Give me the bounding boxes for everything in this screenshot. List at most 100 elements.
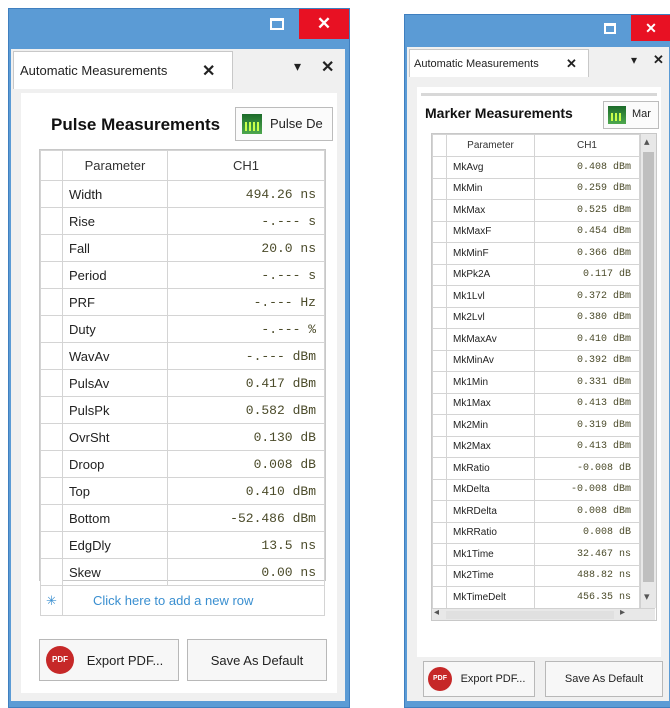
parameter-cell[interactable]: Mk2Time: [446, 564, 535, 587]
parameter-cell[interactable]: Mk2Min: [446, 414, 535, 437]
parameter-cell[interactable]: MkMinF: [446, 242, 535, 265]
parameter-cell[interactable]: PulsPk: [62, 396, 168, 424]
row-selector[interactable]: [432, 564, 447, 587]
parameter-cell[interactable]: MkRDelta: [446, 500, 535, 523]
table-row[interactable]: MkMinAv 0.392 dBm: [432, 349, 640, 372]
parameter-cell[interactable]: Duty: [62, 315, 168, 343]
parameter-cell[interactable]: Mk1Max: [446, 392, 535, 415]
row-selector[interactable]: [40, 261, 63, 289]
right-window-close-button[interactable]: ✕: [631, 15, 670, 41]
table-row[interactable]: MkAvg 0.408 dBm: [432, 156, 640, 179]
parameter-cell[interactable]: MkMinAv: [446, 349, 535, 372]
export-pdf-button[interactable]: PDF Export PDF...: [39, 639, 179, 681]
parameter-cell[interactable]: WavAv: [62, 342, 168, 370]
row-selector[interactable]: [432, 328, 447, 351]
export-pdf-button[interactable]: PDF Export PDF...: [423, 661, 535, 697]
parameter-cell[interactable]: Rise: [62, 207, 168, 235]
row-selector[interactable]: [432, 478, 447, 501]
row-selector[interactable]: [432, 392, 447, 415]
table-row[interactable]: Period -.--- s: [40, 261, 325, 289]
right-maximize-button[interactable]: [593, 15, 627, 41]
table-row[interactable]: Mk2Lvl 0.380 dBm: [432, 306, 640, 329]
parameter-cell[interactable]: Period: [62, 261, 168, 289]
scroll-down-arrow-icon[interactable]: ▾: [644, 590, 650, 603]
parameter-cell[interactable]: MkAvg: [446, 156, 535, 179]
add-row[interactable]: ✳ Click here to add a new row: [40, 585, 325, 616]
table-row[interactable]: Mk1Lvl 0.372 dBm: [432, 285, 640, 308]
scroll-left-arrow-icon[interactable]: ◂: [434, 607, 439, 618]
table-row[interactable]: MkRRatio 0.008 dB: [432, 521, 640, 544]
row-selector[interactable]: [40, 180, 63, 208]
parameter-cell[interactable]: MkTimeDelt: [446, 586, 535, 608]
table-row[interactable]: MkTimeDelt 456.35 ns: [432, 586, 640, 608]
row-selector[interactable]: [432, 457, 447, 480]
table-row[interactable]: Mk1Max 0.413 dBm: [432, 392, 640, 415]
table-row[interactable]: MkMin 0.259 dBm: [432, 177, 640, 200]
row-selector[interactable]: [40, 342, 63, 370]
parameter-cell[interactable]: Mk2Max: [446, 435, 535, 458]
left-maximize-button[interactable]: [257, 9, 297, 39]
row-selector[interactable]: [432, 414, 447, 437]
row-selector[interactable]: [432, 371, 447, 394]
row-selector[interactable]: [40, 504, 63, 532]
marker-mode-button[interactable]: Mar: [603, 101, 659, 129]
parameter-cell[interactable]: MkRatio: [446, 457, 535, 480]
table-row[interactable]: Bottom -52.486 dBm: [40, 504, 325, 532]
row-selector[interactable]: [40, 207, 63, 235]
table-row[interactable]: Mk1Time 32.467 ns: [432, 543, 640, 566]
horizontal-scroll-thumb[interactable]: [446, 611, 614, 619]
parameter-cell[interactable]: MkRRatio: [446, 521, 535, 544]
parameter-cell[interactable]: Mk2Lvl: [446, 306, 535, 329]
parameter-cell[interactable]: MkPk2A: [446, 263, 535, 286]
column-header-parameter[interactable]: Parameter: [446, 134, 535, 157]
tab-automatic-measurements[interactable]: Automatic Measurements ✕: [409, 49, 589, 77]
vertical-scroll-thumb[interactable]: [643, 152, 654, 582]
row-selector[interactable]: [432, 156, 447, 179]
table-row[interactable]: Fall 20.0 ns: [40, 234, 325, 262]
scroll-right-arrow-icon[interactable]: ▸: [620, 607, 625, 618]
table-row[interactable]: MkMinF 0.366 dBm: [432, 242, 640, 265]
table-row[interactable]: PRF -.--- Hz: [40, 288, 325, 316]
row-selector[interactable]: [432, 500, 447, 523]
save-as-default-button[interactable]: Save As Default: [187, 639, 327, 681]
row-selector[interactable]: [40, 315, 63, 343]
pulse-mode-button[interactable]: Pulse De: [235, 107, 333, 141]
column-header-parameter[interactable]: Parameter: [62, 150, 168, 181]
table-row[interactable]: MkMaxF 0.454 dBm: [432, 220, 640, 243]
table-row[interactable]: Rise -.--- s: [40, 207, 325, 235]
parameter-cell[interactable]: EdgDly: [62, 531, 168, 559]
table-row[interactable]: Mk2Time 488.82 ns: [432, 564, 640, 587]
tab-automatic-measurements[interactable]: Automatic Measurements ✕: [13, 51, 233, 89]
parameter-cell[interactable]: MkMaxAv: [446, 328, 535, 351]
table-row[interactable]: MkMax 0.525 dBm: [432, 199, 640, 222]
table-row[interactable]: MkDelta -0.008 dBm: [432, 478, 640, 501]
row-selector[interactable]: [432, 543, 447, 566]
row-selector[interactable]: [432, 521, 447, 544]
row-selector[interactable]: [40, 423, 63, 451]
parameter-cell[interactable]: MkMaxF: [446, 220, 535, 243]
table-row[interactable]: Mk1Min 0.331 dBm: [432, 371, 640, 394]
row-selector[interactable]: [432, 263, 447, 286]
table-row[interactable]: EdgDly 13.5 ns: [40, 531, 325, 559]
parameter-cell[interactable]: Droop: [62, 450, 168, 478]
row-selector[interactable]: [40, 288, 63, 316]
row-selector[interactable]: [432, 220, 447, 243]
table-row[interactable]: MkMaxAv 0.410 dBm: [432, 328, 640, 351]
tab-close-icon[interactable]: ✕: [202, 61, 215, 81]
parameter-cell[interactable]: PulsAv: [62, 369, 168, 397]
add-row-prompt[interactable]: Click here to add a new row: [62, 585, 325, 616]
parameter-cell[interactable]: Mk1Min: [446, 371, 535, 394]
parameter-cell[interactable]: Mk1Lvl: [446, 285, 535, 308]
row-selector[interactable]: [432, 177, 447, 200]
row-selector[interactable]: [40, 558, 63, 586]
parameter-cell[interactable]: Width: [62, 180, 168, 208]
row-selector[interactable]: [40, 477, 63, 505]
parameter-cell[interactable]: Bottom: [62, 504, 168, 532]
row-selector[interactable]: [432, 242, 447, 265]
table-row[interactable]: PulsPk 0.582 dBm: [40, 396, 325, 424]
table-row[interactable]: Skew 0.00 ns: [40, 558, 325, 586]
parameter-cell[interactable]: Top: [62, 477, 168, 505]
pane-close-icon[interactable]: ✕: [321, 57, 334, 77]
parameter-cell[interactable]: OvrSht: [62, 423, 168, 451]
table-row[interactable]: Duty -.--- %: [40, 315, 325, 343]
